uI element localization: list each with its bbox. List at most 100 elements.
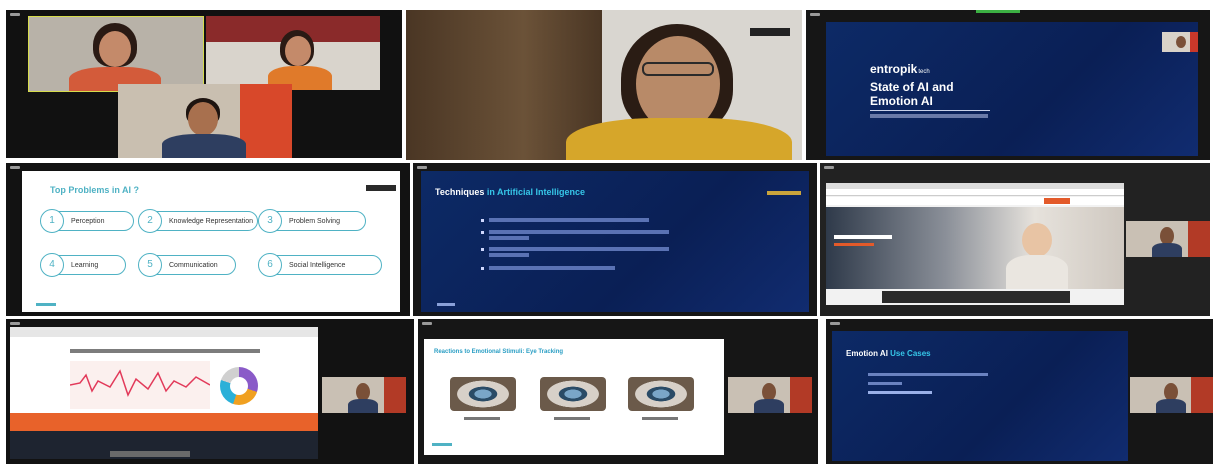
slide-heading-line1: State of AI and <box>870 80 954 94</box>
participant-thumbnail[interactable] <box>322 377 406 413</box>
screen-share-tile[interactable]: Emotion AI Use Cases <box>826 319 1213 464</box>
tile-menu-icon[interactable] <box>422 322 432 325</box>
presenter-thumbnail[interactable] <box>1162 32 1198 52</box>
tile-menu-icon[interactable] <box>417 166 427 169</box>
thumbnail-accent <box>1188 221 1210 257</box>
thumbnail-body <box>754 399 784 413</box>
participant-thumbnail[interactable] <box>1130 377 1213 413</box>
hero-image <box>826 207 1124 289</box>
slide-techniques: Techniques in Artificial Intelligence <box>421 171 809 312</box>
bullet-text-blur <box>489 247 669 251</box>
shared-browser-window <box>10 327 318 459</box>
hero-subtext-blur <box>834 243 874 246</box>
problem-number: 6 <box>258 253 282 277</box>
bullet-marker <box>481 219 484 222</box>
problem-number: 1 <box>40 209 64 233</box>
screen-share-tile[interactable]: Top Problems in AI ? Perception 1 Knowle… <box>6 163 410 316</box>
tile-menu-icon[interactable] <box>810 13 820 16</box>
brand-name: entropik <box>870 62 918 76</box>
screen-share-tile[interactable]: entropiktech State of AI and Emotion AI <box>806 10 1210 160</box>
screen-share-tile[interactable] <box>6 319 414 464</box>
slide-eye-tracking: Reactions to Emotional Stimuli: Eye Trac… <box>424 339 724 455</box>
problem-number: 4 <box>40 253 64 277</box>
slide-heading-rest: in Artificial Intelligence <box>486 187 586 197</box>
problem-label: Knowledge Representation <box>169 218 254 225</box>
tile-menu-icon[interactable] <box>830 322 840 325</box>
active-speaker-indicator <box>976 10 1020 13</box>
slide-footer-logo <box>36 303 56 306</box>
participant-face <box>285 36 311 66</box>
participant-thumbnail[interactable] <box>728 377 812 413</box>
slide-footer-logo <box>437 303 455 306</box>
bullet-text-blur <box>868 382 902 385</box>
eye-caption-blur <box>642 417 678 420</box>
slide-heading: Emotion AI Use Cases <box>846 349 931 358</box>
eye-image <box>450 377 516 411</box>
problem-label: Perception <box>71 218 105 225</box>
problem-label: Problem Solving <box>289 218 340 225</box>
brand-suffix: tech <box>918 69 930 75</box>
wall-accent <box>240 84 292 158</box>
video-tile-speaker[interactable] <box>406 10 802 160</box>
browser-address-bar <box>826 189 1124 196</box>
problem-number: 5 <box>138 253 162 277</box>
thumbnail-accent <box>1191 377 1213 413</box>
bullet-text-blur <box>489 253 529 257</box>
bullet-text-blur <box>489 230 669 234</box>
site-nav-cta <box>1044 198 1070 204</box>
participant-face <box>188 102 218 136</box>
hero-person-body <box>1006 255 1068 289</box>
tile-menu-icon[interactable] <box>10 322 20 325</box>
slide-heading-rest: Use Cases <box>890 349 931 358</box>
browser-toolbar <box>10 327 318 337</box>
slide-subtitle-blur <box>870 114 988 118</box>
screen-share-tile[interactable]: Techniques in Artificial Intelligence <box>413 163 817 316</box>
slide-divider <box>870 110 990 111</box>
slide-title: entropiktech State of AI and Emotion AI <box>826 22 1198 156</box>
slide-heading: Top Problems in AI ? <box>50 185 140 195</box>
browser-taskbar <box>110 451 190 457</box>
slide-heading-highlight: Emotion AI <box>846 349 888 358</box>
eye-caption-blur <box>554 417 590 420</box>
tile-menu-icon[interactable] <box>824 166 834 169</box>
thumbnail-accent <box>1190 32 1198 52</box>
problem-label: Social Intelligence <box>289 262 346 269</box>
screen-share-tile[interactable] <box>820 163 1210 316</box>
bullet-marker <box>481 267 484 270</box>
page-heading-blur <box>70 349 260 353</box>
hero-headline-blur <box>834 235 892 239</box>
presenter-cam-small <box>366 185 396 191</box>
participant-video[interactable] <box>118 84 292 158</box>
bullet-text-blur <box>489 236 529 240</box>
slide-heading: Reactions to Emotional Stimuli: Eye Trac… <box>434 349 564 355</box>
thumbnail-body <box>1156 399 1186 413</box>
slide-footer-logo <box>432 443 452 446</box>
eye-image <box>540 377 606 411</box>
participant-video[interactable] <box>206 16 380 90</box>
presenter-cam-small <box>767 191 801 195</box>
problem-label: Learning <box>71 262 99 269</box>
problem-number: 3 <box>258 209 282 233</box>
participant-body <box>566 118 792 160</box>
participant-face <box>99 31 131 67</box>
participant-thumbnail[interactable] <box>1126 221 1210 257</box>
participant-video[interactable] <box>28 16 204 92</box>
thumbnail-accent <box>384 377 406 413</box>
tile-menu-icon[interactable] <box>10 13 20 16</box>
bullet-text-blur <box>868 391 932 394</box>
thumbnail-head <box>1176 36 1186 48</box>
slide-problems: Top Problems in AI ? Perception 1 Knowle… <box>22 171 400 312</box>
tile-menu-icon[interactable] <box>10 166 20 169</box>
thumbnail-overlay <box>750 28 790 36</box>
slide-heading-line2: Emotion AI <box>870 94 933 108</box>
screen-share-tile[interactable]: Reactions to Emotional Stimuli: Eye Trac… <box>418 319 818 464</box>
browser-taskbar <box>882 291 1070 303</box>
orange-banner <box>10 413 318 431</box>
slide-heading-highlight: Techniques <box>435 187 485 197</box>
thumbnail-body <box>348 399 378 413</box>
video-tile-gallery[interactable] <box>6 10 402 158</box>
participant-body <box>162 134 246 158</box>
eye-caption-blur <box>464 417 500 420</box>
problem-number: 2 <box>138 209 162 233</box>
bullet-marker <box>481 248 484 251</box>
